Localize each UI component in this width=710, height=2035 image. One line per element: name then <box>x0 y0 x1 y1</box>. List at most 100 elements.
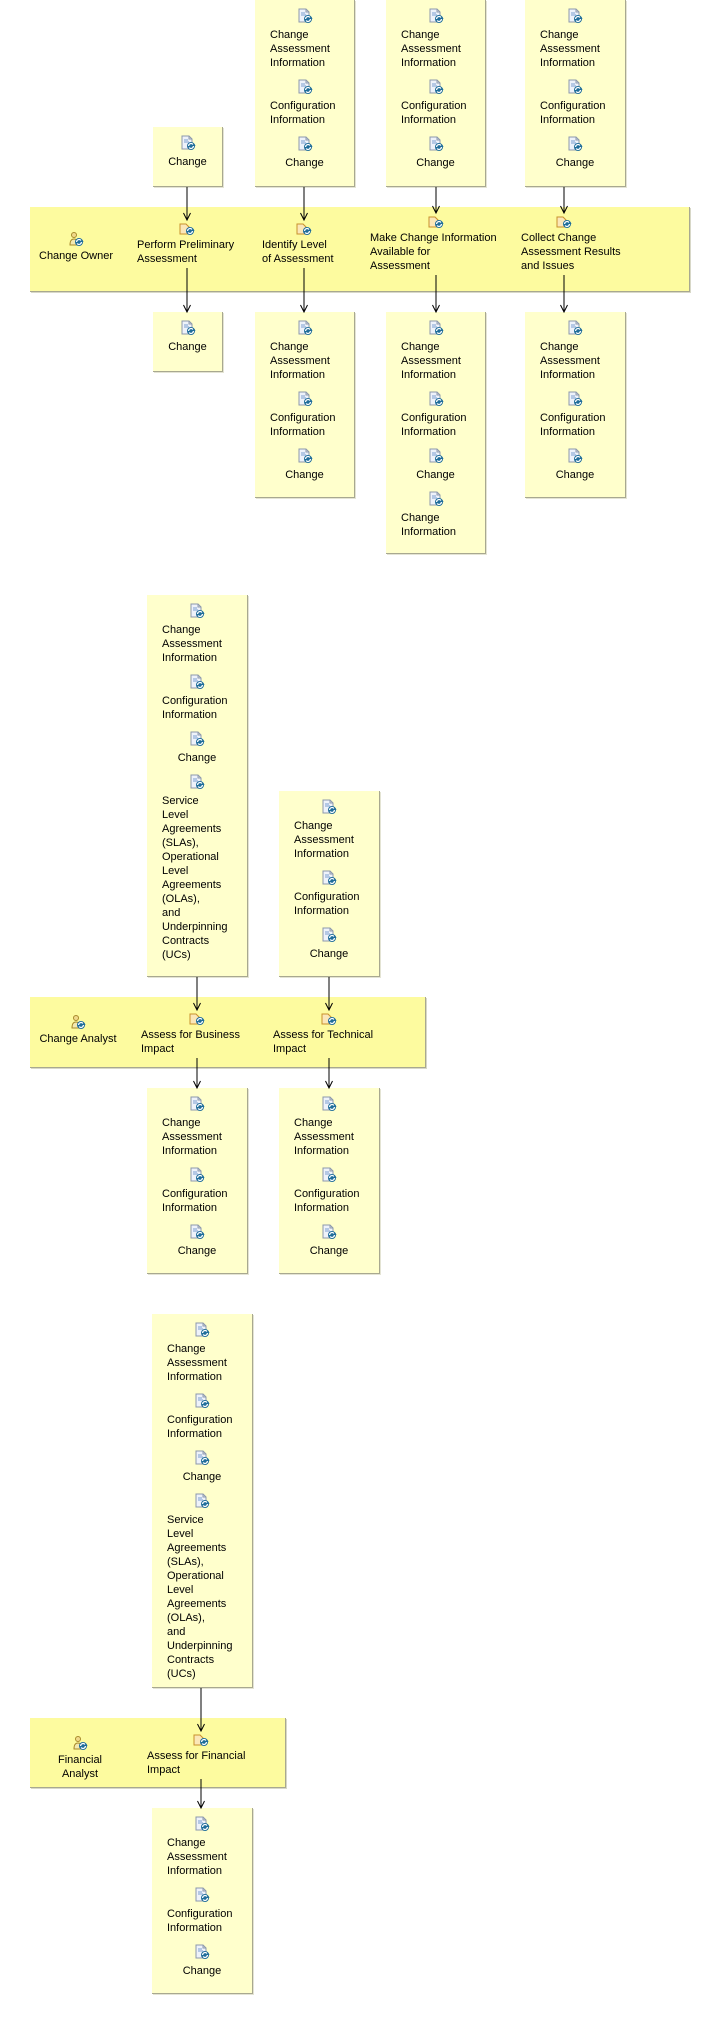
artifact-label: Change Assessment Information <box>162 624 222 664</box>
input-artifacts-box: Change Assessment Information Configurati… <box>279 791 380 977</box>
artifact-item[interactable]: Change Assessment Information <box>255 320 354 382</box>
artifact-item[interactable]: Configuration Information <box>147 1167 247 1215</box>
artifact-label: Change Assessment Information <box>294 1117 354 1157</box>
artifact-item[interactable]: Change <box>525 448 625 482</box>
artifact-item[interactable]: Service Level Agreements (SLAs), Operati… <box>152 1493 252 1681</box>
artifact-item[interactable]: Change Assessment Information <box>147 603 247 665</box>
artifact-label: Configuration Information <box>270 412 336 438</box>
person-refresh-icon <box>72 1735 88 1751</box>
artifact-label: Change Assessment Information <box>294 820 354 860</box>
artifact-item[interactable]: Change Assessment Information <box>386 320 485 382</box>
document-refresh-icon <box>321 799 337 815</box>
artifact-item[interactable]: Configuration Information <box>255 391 354 439</box>
artifact-item[interactable]: Change Assessment Information <box>255 8 354 70</box>
artifact-item[interactable]: Change Assessment Information <box>386 8 485 70</box>
person-refresh-icon <box>68 231 84 247</box>
document-refresh-icon <box>428 391 444 407</box>
activity-node[interactable]: Make Change Information Available for As… <box>370 213 520 273</box>
document-refresh-icon <box>189 603 205 619</box>
artifact-label: Change Assessment Information <box>167 1837 227 1877</box>
role-node[interactable]: Financial Analyst <box>40 1733 120 1780</box>
artifact-label: Change <box>182 1965 222 1977</box>
artifact-item[interactable]: Change <box>147 1224 247 1258</box>
activity-label: Assess for Technical Impact <box>273 1029 374 1055</box>
document-refresh-icon <box>321 870 337 886</box>
artifact-label: Change Assessment Information <box>540 29 600 69</box>
task-refresh-icon <box>189 1010 205 1026</box>
artifact-item[interactable]: Change <box>525 136 625 170</box>
document-refresh-icon <box>321 1167 337 1183</box>
document-refresh-icon <box>567 136 583 152</box>
artifact-item[interactable]: Configuration Information <box>279 870 379 918</box>
artifact-label: Change <box>555 157 595 169</box>
artifact-item[interactable]: Change <box>152 1450 252 1484</box>
artifact-item[interactable]: Change <box>386 136 485 170</box>
artifact-label: Configuration Information <box>270 100 336 126</box>
output-connector-arrow <box>197 1779 205 1810</box>
artifact-item[interactable]: Change Assessment Information <box>147 1096 247 1158</box>
artifact-item[interactable]: Change <box>153 135 222 169</box>
activity-node[interactable]: Assess for Financial Impact <box>147 1731 297 1777</box>
artifact-item[interactable]: Change <box>147 731 247 765</box>
artifact-item[interactable]: Change Assessment Information <box>525 8 625 70</box>
task-refresh-icon <box>428 213 444 229</box>
artifact-item[interactable]: Configuration Information <box>147 674 247 722</box>
artifact-label: Configuration Information <box>540 412 606 438</box>
artifact-label: Change Assessment Information <box>270 341 330 381</box>
document-refresh-icon <box>194 1322 210 1338</box>
artifact-item[interactable]: Change <box>255 136 354 170</box>
output-connector-arrow <box>432 275 440 314</box>
artifact-item[interactable]: Change Assessment Information <box>279 799 379 861</box>
artifact-item[interactable]: Configuration Information <box>386 79 485 127</box>
artifact-item[interactable]: Configuration Information <box>279 1167 379 1215</box>
artifact-label: Change <box>168 341 207 353</box>
document-refresh-icon <box>567 391 583 407</box>
artifact-item[interactable]: Configuration Information <box>152 1393 252 1441</box>
artifact-item[interactable]: Configuration Information <box>255 79 354 127</box>
output-artifacts-box: Change Assessment Information Configurati… <box>525 312 626 498</box>
document-refresh-icon <box>194 1887 210 1903</box>
document-refresh-icon <box>428 136 444 152</box>
artifact-item[interactable]: Change Assessment Information <box>525 320 625 382</box>
artifact-item[interactable]: Change Assessment Information <box>279 1096 379 1158</box>
output-artifacts-box: Change Assessment Information Configurati… <box>255 312 355 498</box>
document-refresh-icon <box>428 8 444 24</box>
artifact-item[interactable]: Service Level Agreements (SLAs), Operati… <box>147 774 247 962</box>
artifact-item[interactable]: Configuration Information <box>152 1887 252 1935</box>
artifact-item[interactable]: Change <box>279 1224 379 1258</box>
artifact-label: Change <box>177 752 217 764</box>
artifact-item[interactable]: Change <box>255 448 354 482</box>
artifact-item[interactable]: Configuration Information <box>386 391 485 439</box>
document-refresh-icon <box>194 1393 210 1409</box>
document-refresh-icon <box>297 448 313 464</box>
role-node[interactable]: Change Owner <box>36 229 116 269</box>
input-connector-arrow <box>300 187 308 222</box>
artifact-label: Service Level Agreements (SLAs), Operati… <box>167 1514 233 1680</box>
document-refresh-icon <box>194 1944 210 1960</box>
artifact-item[interactable]: Configuration Information <box>525 79 625 127</box>
artifact-item[interactable]: Change <box>153 320 222 354</box>
task-refresh-icon <box>556 213 572 229</box>
input-connector-arrow <box>183 187 191 222</box>
artifact-item[interactable]: Change <box>386 448 485 482</box>
input-connector-arrow <box>560 187 568 215</box>
role-node[interactable]: Change Analyst <box>38 1012 118 1052</box>
artifact-item[interactable]: Change Assessment Information <box>152 1816 252 1878</box>
output-connector-arrow <box>560 275 568 314</box>
artifact-item[interactable]: Change <box>152 1944 252 1978</box>
artifact-label: Change <box>177 1245 217 1257</box>
task-refresh-icon <box>321 1010 337 1026</box>
artifact-item[interactable]: Configuration Information <box>525 391 625 439</box>
artifact-item[interactable]: Change Assessment Information <box>152 1322 252 1384</box>
artifact-item[interactable]: Change <box>279 927 379 961</box>
activity-node[interactable]: Assess for Technical Impact <box>273 1010 423 1056</box>
activity-node[interactable]: Collect Change Assessment Results and Is… <box>521 213 671 273</box>
artifact-label: Configuration Information <box>401 412 467 438</box>
activity-node[interactable]: Assess for Business Impact <box>141 1010 291 1056</box>
document-refresh-icon <box>189 674 205 690</box>
artifact-item[interactable]: Change Information <box>386 491 485 539</box>
document-refresh-icon <box>297 320 313 336</box>
input-artifacts-box: Change Assessment Information Configurati… <box>525 0 626 187</box>
artifact-label: Change Assessment Information <box>401 341 461 381</box>
artifact-label: Change <box>555 469 595 481</box>
